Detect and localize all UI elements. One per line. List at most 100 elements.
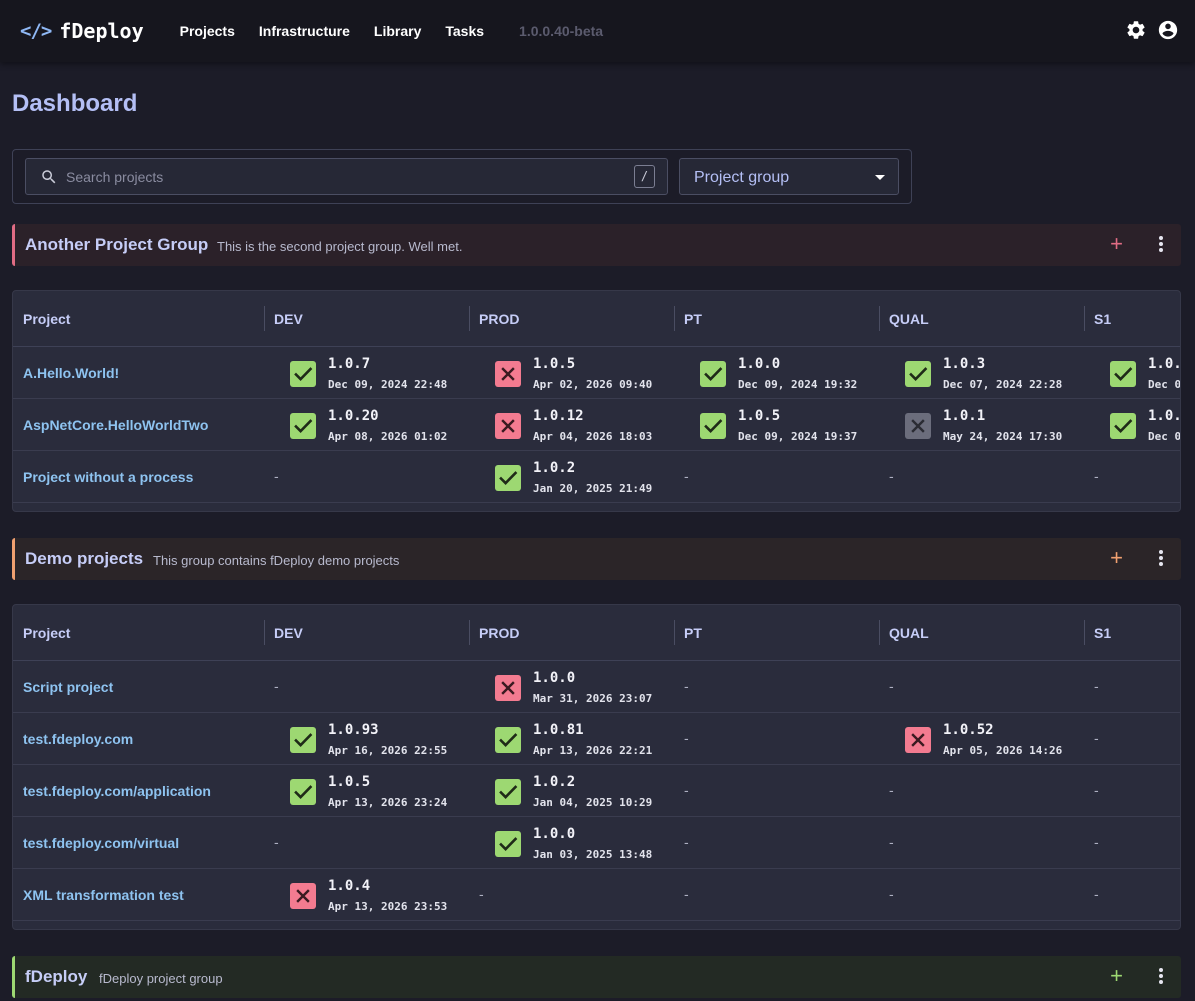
empty-deployment: - [684,468,689,484]
project-link[interactable]: test.fdeploy.com [23,731,133,747]
deployment-cell-s1: - [1094,869,1180,921]
table-row: test.fdeploy.com/virtual - 1.0.0 Jan 03, 20… [13,817,1180,869]
account-circle-icon[interactable] [1157,19,1179,41]
deployment-date: May 24, 2024 17:30 [943,430,1063,443]
project-link[interactable]: A.Hello.World! [23,365,119,381]
search-box[interactable]: / [25,158,668,195]
release-version: 1.0.5 [738,408,781,424]
deployment-date: Apr 13, 2026 22:21 [533,744,653,757]
release-version: 1.0.4 [328,878,371,894]
project-link[interactable]: Script project [23,679,113,695]
empty-deployment: - [889,678,894,694]
deployment-cell-prod[interactable]: 1.0.2 Jan 04, 2025 10:29 [479,765,684,817]
project-link[interactable]: AspNetCore.HelloWorldTwo [23,417,208,433]
group-header: Another Project Group This is the second … [12,224,1181,266]
add-project-icon[interactable]: + [1110,965,1123,987]
table-row: Project without a process - 1.0.2 Jan 20, 2… [13,451,1180,503]
search-input[interactable] [66,159,626,194]
deployment-cell-dev[interactable]: 1.0.7 Dec 09, 2024 22:48 [274,347,479,399]
check-icon [700,361,726,387]
release-version: 1.0.0 [533,670,576,686]
deployment-cell-dev[interactable]: 1.0.5 Apr 13, 2026 23:24 [274,765,479,817]
brand[interactable]: </> fDeploy [20,19,144,43]
deployment-cell-prod[interactable]: 1.0.5 Apr 02, 2026 09:40 [479,347,684,399]
project-link[interactable]: test.fdeploy.com/virtual [23,835,179,851]
nav-tasks[interactable]: Tasks [445,23,484,39]
release-version: 1.0.20 [328,408,379,424]
column-header-dev: DEV [264,291,303,347]
empty-deployment: - [274,678,279,694]
gear-icon[interactable] [1125,19,1147,41]
deployment-cell-dev[interactable]: 1.0.20 Apr 08, 2026 01:02 [274,399,479,451]
release-version: 1.0.5 [328,774,371,790]
table-row: test.fdeploy.com/application 1.0.5 Apr 13,… [13,765,1180,817]
deployment-date: Dec 09, 2024 19:32 [738,378,858,391]
error-cross-icon [495,675,521,701]
more-vert-icon[interactable] [1158,236,1164,254]
deployment-cell-pt: - [684,869,889,921]
column-header-pt: PT [674,605,702,661]
deployment-date: Apr 05, 2026 14:26 [943,744,1063,757]
more-vert-icon[interactable] [1158,968,1164,986]
deployment-cell-prod: - [479,869,684,921]
group-header: Demo projects This group contains fDeploy… [12,538,1181,580]
deployment-cell-qual[interactable]: 1.0.1 May 24, 2024 17:30 [889,399,1094,451]
deployment-date: Apr 08, 2026 01:02 [328,430,448,443]
deployment-cell-dev[interactable]: 1.0.93 Apr 16, 2026 22:55 [274,713,479,765]
deployment-cell-s1[interactable]: 1.0. Dec 0 [1094,399,1180,451]
deployment-cell-prod[interactable]: 1.0.0 Jan 03, 2025 13:48 [479,817,684,869]
deployment-cell-prod[interactable]: 1.0.2 Jan 20, 2025 21:49 [479,451,684,503]
deployment-date: Apr 02, 2026 09:40 [533,378,653,391]
deployment-cell-prod[interactable]: 1.0.12 Apr 04, 2026 18:03 [479,399,684,451]
deployment-cell-qual[interactable]: 1.0.3 Dec 07, 2024 22:28 [889,347,1094,399]
error-cross-icon [905,727,931,753]
release-version: 1.0. [1148,356,1181,372]
release-version: 1.0.12 [533,408,584,424]
deployment-date: Jan 03, 2025 13:48 [533,848,653,861]
project-link[interactable]: test.fdeploy.com/application [23,783,211,799]
deployment-cell-prod[interactable]: 1.0.81 Apr 13, 2026 22:21 [479,713,684,765]
deployment-cell-dev[interactable]: 1.0.4 Apr 13, 2026 23:53 [274,869,479,921]
column-header-prod: PROD [468,291,519,347]
check-icon [495,727,521,753]
deployment-cell-pt[interactable]: 1.0.0 Dec 09, 2024 19:32 [684,347,889,399]
add-project-icon[interactable]: + [1110,233,1123,255]
empty-deployment: - [274,468,279,484]
release-version: 1.0.2 [533,460,576,476]
nav-library[interactable]: Library [374,23,421,39]
more-vert-icon[interactable] [1158,550,1164,568]
deployment-cell-pt[interactable]: 1.0.5 Dec 09, 2024 19:37 [684,399,889,451]
deployment-cell-qual: - [889,451,1094,503]
deployment-cell-s1: - [1094,713,1180,765]
check-icon [1110,413,1136,439]
group-name: Another Project Group [25,235,209,254]
column-header-project: Project [23,311,71,327]
deployment-cell-prod[interactable]: 1.0.0 Mar 31, 2026 23:07 [479,661,684,713]
deployment-date: Dec 09, 2024 19:37 [738,430,858,443]
project-link[interactable]: XML transformation test [23,887,184,903]
empty-deployment: - [684,730,689,746]
empty-deployment: - [889,886,894,902]
deployment-cell-s1: - [1094,765,1180,817]
deployment-cell-s1[interactable]: 1.0. Dec 0 [1094,347,1181,399]
projects-table: Project DEV PROD PT QUAL S1 Script project -1.0… [12,604,1181,930]
check-icon [495,779,521,805]
filter-bar: / Project group [12,149,912,204]
deployment-cell-s1: - [1094,661,1180,713]
deployment-cell-s1: - [1094,817,1180,869]
release-version: 1.0.5 [533,356,576,372]
nav-projects[interactable]: Projects [180,23,235,39]
group-description: This group contains fDeploy demo project… [153,553,400,568]
column-header-s1: S1 [1083,291,1111,347]
project-group-select[interactable]: Project group [679,158,899,195]
nav-infrastructure[interactable]: Infrastructure [259,23,350,39]
empty-deployment: - [684,678,689,694]
deployment-cell-qual[interactable]: 1.0.52 Apr 05, 2026 14:26 [889,713,1094,765]
projects-table: Project DEV PROD PT QUAL S1 A.Hello.World! 1.0.… [12,290,1181,512]
deployment-cell-qual: - [889,765,1094,817]
add-project-icon[interactable]: + [1110,547,1123,569]
project-link[interactable]: Project without a process [23,469,193,485]
column-header-project: Project [23,625,71,641]
column-header-s1: S1 [1083,605,1111,661]
empty-deployment: - [684,782,689,798]
